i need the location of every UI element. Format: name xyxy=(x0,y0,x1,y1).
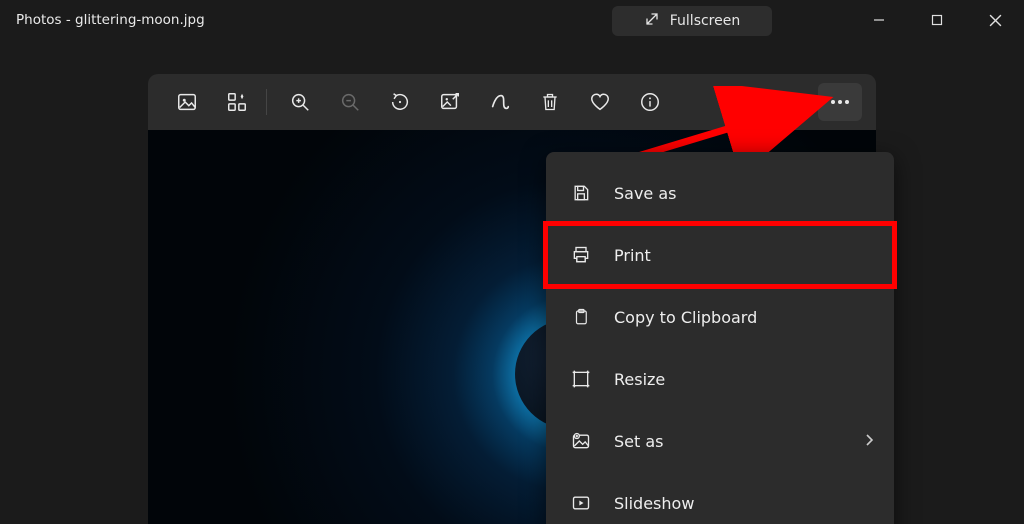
menu-item-print[interactable]: Print xyxy=(546,224,894,286)
minimize-button[interactable] xyxy=(850,0,908,40)
menu-label: Save as xyxy=(614,184,677,203)
more-options-button[interactable] xyxy=(818,83,862,121)
fullscreen-button[interactable]: Fullscreen xyxy=(612,6,772,36)
toolbar-divider xyxy=(266,89,267,115)
menu-item-slideshow[interactable]: Slideshow xyxy=(546,472,894,524)
more-options-menu: Save as Print Copy to Clipboard Resize S… xyxy=(546,152,894,524)
save-icon xyxy=(570,183,592,203)
rotate-button[interactable] xyxy=(375,74,425,130)
fullscreen-label: Fullscreen xyxy=(670,13,740,29)
gallery-button[interactable] xyxy=(162,74,212,130)
menu-item-copy-clipboard[interactable]: Copy to Clipboard xyxy=(546,286,894,348)
window-title: Photos - glittering-moon.jpg xyxy=(16,12,205,28)
zoom-out-button[interactable] xyxy=(325,74,375,130)
menu-label: Resize xyxy=(614,370,665,389)
clipboard-icon xyxy=(570,307,592,327)
maximize-button[interactable] xyxy=(908,0,966,40)
chevron-right-icon xyxy=(864,432,874,451)
menu-item-resize[interactable]: Resize xyxy=(546,348,894,410)
menu-label: Print xyxy=(614,246,651,265)
window-controls xyxy=(850,0,1024,40)
delete-button[interactable] xyxy=(525,74,575,130)
fullscreen-icon xyxy=(644,11,660,31)
zoom-in-button[interactable] xyxy=(275,74,325,130)
menu-label: Copy to Clipboard xyxy=(614,308,757,327)
menu-label: Slideshow xyxy=(614,494,694,513)
favorite-button[interactable] xyxy=(575,74,625,130)
title-bar: Photos - glittering-moon.jpg Fullscreen xyxy=(0,0,1024,40)
print-icon xyxy=(570,245,592,265)
draw-button[interactable] xyxy=(475,74,525,130)
edit-button[interactable] xyxy=(425,74,475,130)
close-button[interactable] xyxy=(966,0,1024,40)
slideshow-icon xyxy=(570,493,592,513)
menu-item-save-as[interactable]: Save as xyxy=(546,162,894,224)
info-button[interactable] xyxy=(625,74,675,130)
set-as-icon xyxy=(570,431,592,451)
apps-button[interactable] xyxy=(212,74,262,130)
resize-icon xyxy=(570,369,592,389)
menu-item-set-as[interactable]: Set as xyxy=(546,410,894,472)
menu-label: Set as xyxy=(614,432,664,451)
toolbar xyxy=(148,74,876,130)
